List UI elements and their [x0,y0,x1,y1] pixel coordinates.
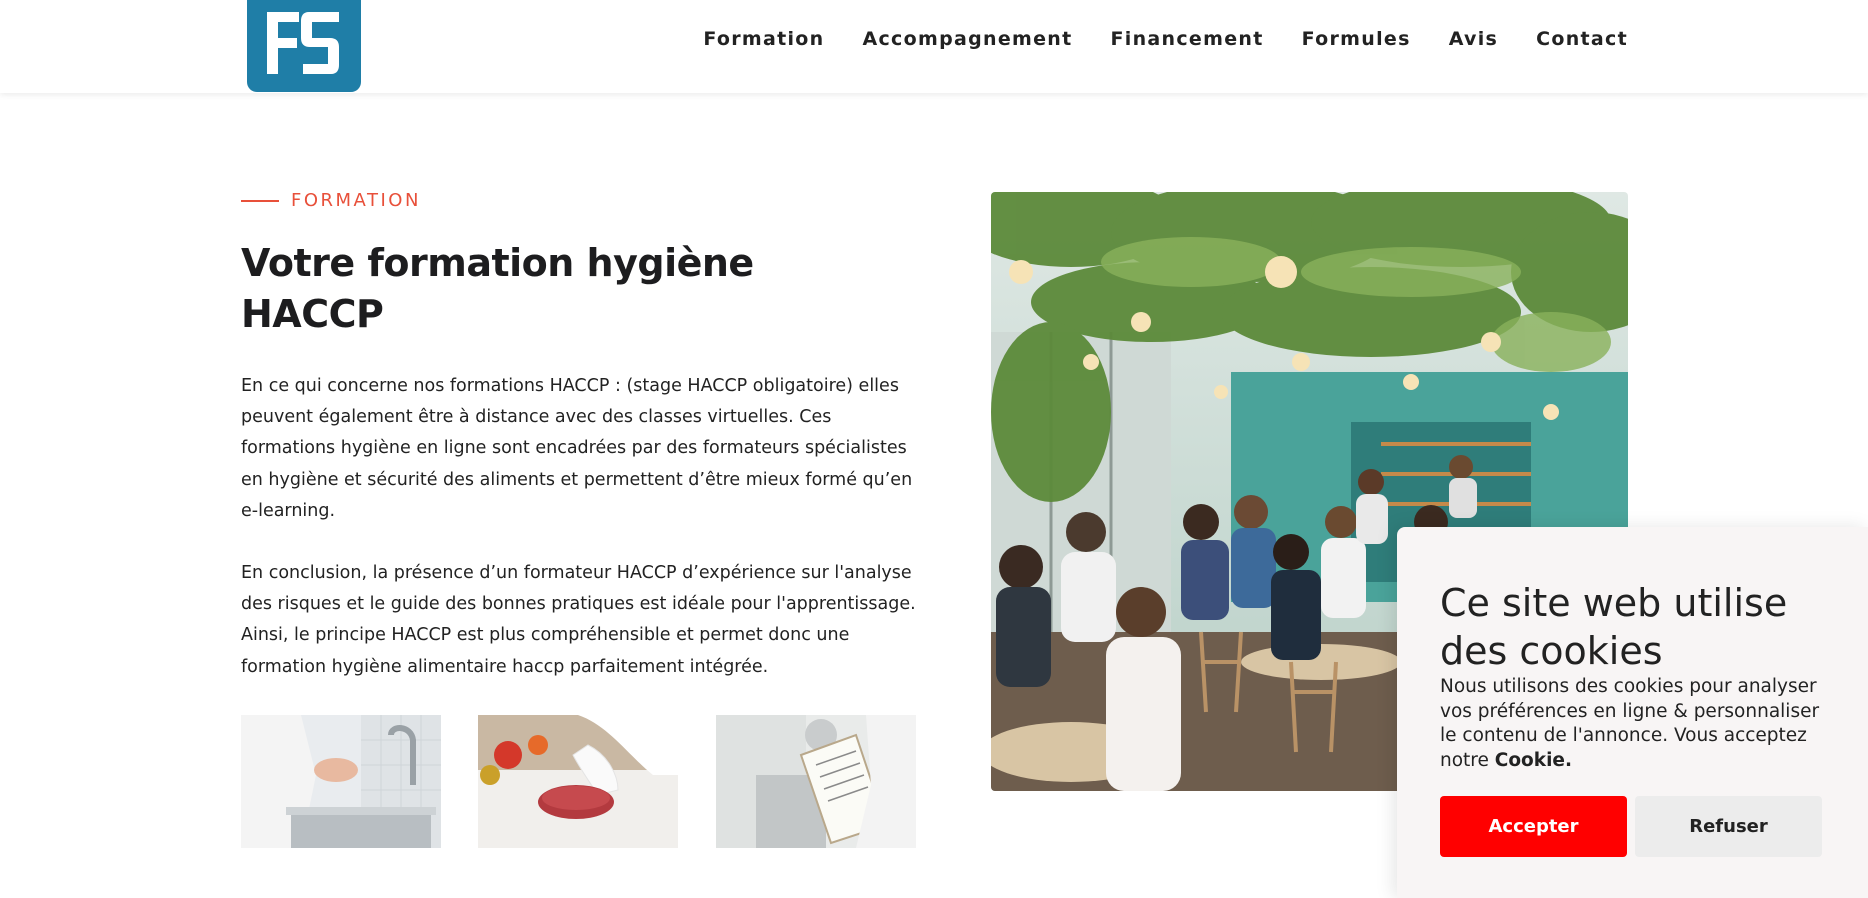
fs-logo-icon [267,12,339,74]
nav-item-contact[interactable]: Contact [1536,28,1628,50]
main-nav: Formation Accompagnement Financement For… [665,28,1628,50]
cookie-text: Nous utilisons des cookies pour analyser… [1440,675,1840,773]
section-eyebrow: FORMATION [241,190,421,211]
nav-item-formules[interactable]: Formules [1302,28,1411,50]
section-paragraph-1: En ce qui concerne nos formations HACCP … [241,376,913,521]
nav-item-financement[interactable]: Financement [1111,28,1264,50]
cookie-policy-link[interactable]: Cookie. [1495,750,1572,771]
site-logo[interactable] [247,0,361,92]
accept-cookies-button[interactable]: Accepter [1440,796,1627,857]
eyebrow-line [241,199,279,202]
cookie-title: Ce site web utilise des cookies [1440,581,1788,673]
section-title: Votre formation hygiène HACCP [241,241,754,336]
thumbnail-handwashing [241,715,441,848]
refuse-cookies-button[interactable]: Refuser [1635,796,1822,857]
site-header: Formation Accompagnement Financement For… [0,0,1868,93]
nav-item-accompagnement[interactable]: Accompagnement [862,28,1072,50]
cookie-banner: Ce site web utilise des cookies Nous uti… [1397,527,1868,898]
nav-item-formation[interactable]: Formation [703,28,824,50]
section-paragraph-2: En conclusion, la présence d’un formateu… [241,563,916,677]
nav-item-avis[interactable]: Avis [1449,28,1498,50]
thumbnail-inspection [716,715,916,848]
thumbnail-meat-preparation [478,715,678,848]
eyebrow-label: FORMATION [291,190,421,211]
